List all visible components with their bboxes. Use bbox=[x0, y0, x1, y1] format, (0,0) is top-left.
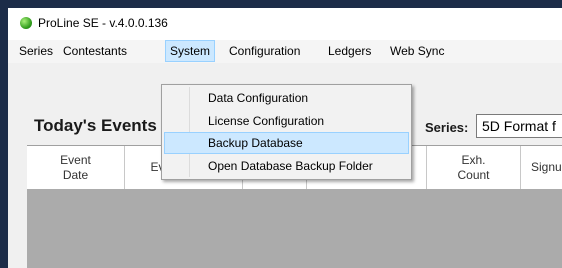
menu-item-open-backup-folder[interactable]: Open Database Backup Folder bbox=[164, 155, 409, 177]
column-event-date[interactable]: Event Date bbox=[27, 146, 125, 189]
window-title: ProLine SE - v.4.0.0.136 bbox=[38, 16, 168, 30]
series-label: Series: bbox=[425, 120, 469, 135]
column-signup[interactable]: Signu bbox=[521, 146, 562, 189]
column-exh-count[interactable]: Exh. Count bbox=[427, 146, 521, 189]
menu-configuration[interactable]: Configuration bbox=[225, 40, 304, 62]
menu-web-sync[interactable]: Web Sync bbox=[386, 40, 448, 62]
menu-item-data-configuration[interactable]: Data Configuration bbox=[164, 87, 409, 109]
page-title: Today's Events bbox=[34, 116, 157, 135]
app-window: ProLine SE - v.4.0.0.136 Series Contesta… bbox=[8, 8, 562, 268]
menu-system[interactable]: System bbox=[165, 40, 216, 62]
left-margin bbox=[8, 63, 27, 268]
menu-ledgers[interactable]: Ledgers bbox=[324, 40, 375, 62]
menu-bar: Series Contestants System Configuration … bbox=[8, 40, 562, 63]
menu-series[interactable]: Series bbox=[15, 40, 57, 62]
series-select[interactable]: 5D Format f bbox=[476, 114, 562, 138]
menu-item-backup-database[interactable]: Backup Database bbox=[164, 132, 409, 154]
events-grid-body[interactable] bbox=[27, 189, 562, 268]
title-bar: ProLine SE - v.4.0.0.136 bbox=[8, 8, 562, 40]
system-dropdown-menu: Data Configuration License Configuration… bbox=[161, 84, 412, 180]
menu-item-license-configuration[interactable]: License Configuration bbox=[164, 110, 409, 132]
app-logo-icon bbox=[20, 17, 32, 29]
menu-contestants[interactable]: Contestants bbox=[59, 40, 131, 62]
